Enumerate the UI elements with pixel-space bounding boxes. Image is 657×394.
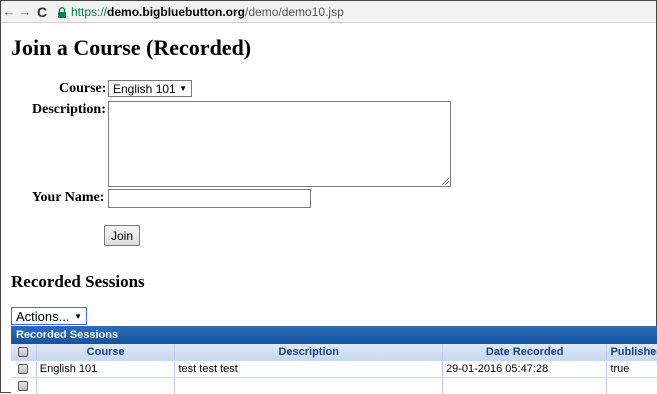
column-header-published[interactable]: Published xyxy=(607,344,657,360)
grid-body: English 101 test test test 29-01-2016 05… xyxy=(11,361,657,394)
cell-description: test test test xyxy=(175,361,443,377)
grid-caption: Recorded Sessions xyxy=(11,326,657,344)
cell-course: English 101 xyxy=(37,361,176,377)
recordings-grid: Recorded Sessions Course Description Dat… xyxy=(11,326,657,394)
cell-published xyxy=(607,378,657,394)
browser-address-bar: ← → C https://demo.bigbluebutton.org/dem… xyxy=(1,1,656,23)
row-select-cell[interactable] xyxy=(11,361,37,377)
column-header-course[interactable]: Course xyxy=(37,344,176,360)
name-input[interactable] xyxy=(108,189,311,208)
join-button[interactable]: Join xyxy=(104,225,140,246)
actions-select-value: Actions... xyxy=(16,308,70,324)
grid-header-row: Course Description Date Recorded Publish… xyxy=(11,344,657,361)
name-label: Your Name: xyxy=(32,190,105,205)
row-checkbox[interactable] xyxy=(18,364,29,374)
recorded-sessions-heading: Recorded Sessions xyxy=(11,272,145,291)
description-label: Description: xyxy=(32,102,106,117)
url-host: demo.bigbluebutton.org xyxy=(107,4,246,19)
chevron-down-icon: ▼ xyxy=(179,84,187,93)
course-select[interactable]: English 101 ▼ xyxy=(108,80,192,97)
course-select-value: English 101 xyxy=(113,81,176,96)
actions-select[interactable]: Actions... ▼ xyxy=(11,307,87,325)
resize-grip-icon[interactable] xyxy=(441,177,449,185)
table-row[interactable] xyxy=(11,378,657,394)
lock-icon xyxy=(57,6,67,18)
course-label: Course: xyxy=(59,81,107,96)
table-row[interactable]: English 101 test test test 29-01-2016 05… xyxy=(11,361,657,378)
forward-arrow-icon[interactable]: → xyxy=(17,4,33,19)
cell-description xyxy=(175,378,443,394)
row-checkbox[interactable] xyxy=(18,381,29,391)
reload-icon[interactable]: C xyxy=(33,4,51,20)
description-textarea[interactable] xyxy=(108,101,451,187)
cell-date xyxy=(443,378,608,394)
chevron-down-icon: ▼ xyxy=(74,311,82,321)
back-arrow-icon[interactable]: ← xyxy=(1,4,17,19)
url-field[interactable]: https://demo.bigbluebutton.org/demo/demo… xyxy=(71,5,344,19)
page-title: Join a Course (Recorded) xyxy=(11,35,252,60)
cell-course xyxy=(37,378,176,394)
column-header-description[interactable]: Description xyxy=(175,344,443,360)
cell-date: 29-01-2016 05:47:28 xyxy=(443,361,608,377)
select-all-cell[interactable] xyxy=(11,344,37,360)
row-select-cell[interactable] xyxy=(11,378,37,394)
url-scheme: https:// xyxy=(71,4,108,19)
select-all-checkbox[interactable] xyxy=(18,347,29,357)
url-path: /demo/demo10.jsp xyxy=(245,4,344,19)
column-header-date[interactable]: Date Recorded xyxy=(443,344,608,360)
cell-published: true xyxy=(610,363,630,375)
